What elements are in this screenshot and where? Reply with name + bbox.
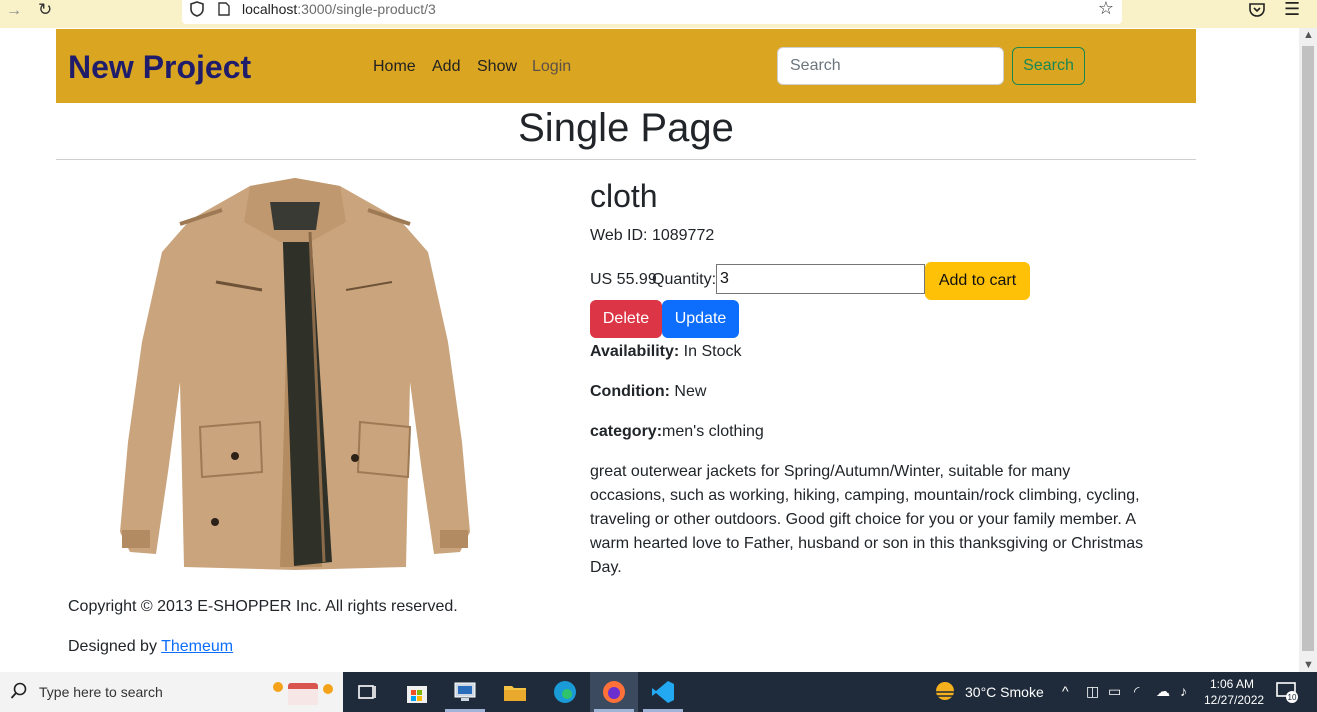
title-divider bbox=[56, 159, 1196, 160]
designer-link[interactable]: Themeum bbox=[161, 638, 233, 655]
condition-line: Condition: New bbox=[590, 383, 706, 401]
product-description: great outerwear jackets for Spring/Autum… bbox=[590, 463, 1144, 576]
page-icon[interactable] bbox=[218, 2, 230, 16]
address-bar[interactable]: localhost:3000/single-product/3 ☆ bbox=[182, 0, 1122, 24]
search-button[interactable]: Search bbox=[1012, 47, 1085, 85]
add-to-cart-button[interactable]: Add to cart bbox=[925, 262, 1030, 300]
product-name: cloth bbox=[590, 178, 658, 214]
designed-by-text: Designed by bbox=[68, 638, 162, 655]
nav-link-login[interactable]: Login bbox=[532, 58, 571, 76]
product-image bbox=[120, 178, 470, 570]
bookmark-star-icon[interactable]: ☆ bbox=[1098, 0, 1114, 19]
product-web-id: Web ID: 1089772 bbox=[590, 227, 715, 244]
hamburger-menu-icon[interactable]: ☰ bbox=[1284, 0, 1300, 20]
update-button[interactable]: Update bbox=[662, 300, 739, 338]
scroll-down-icon[interactable]: ▼ bbox=[1303, 659, 1314, 671]
site-navbar: New Project Home Add Show Login Search bbox=[56, 29, 1196, 103]
quantity-input[interactable] bbox=[716, 264, 925, 294]
product-price: US 55.99 bbox=[590, 271, 657, 288]
nav-link-show[interactable]: Show bbox=[477, 58, 517, 76]
browser-toolbar: → ↻ localhost:3000/single-product/3 ☆ ☰ bbox=[0, 0, 1317, 28]
footer-designed-by: Designed by Themeum bbox=[68, 638, 233, 656]
notification-center-icon[interactable]: 10 bbox=[1275, 681, 1299, 703]
chevron-up-icon[interactable]: ^ bbox=[1062, 683, 1069, 699]
edge-browser-icon[interactable] bbox=[552, 679, 578, 705]
clock-date: 12/27/2022 bbox=[1204, 693, 1265, 707]
nav-link-home[interactable]: Home bbox=[373, 58, 416, 76]
firefox-icon[interactable] bbox=[601, 679, 627, 705]
shield-icon[interactable] bbox=[190, 1, 204, 17]
weather-haze-icon[interactable] bbox=[932, 680, 958, 704]
footer-copyright: Copyright © 2013 E-SHOPPER Inc. All righ… bbox=[68, 598, 458, 615]
taskbar-search-text: Type here to search bbox=[39, 684, 163, 700]
url-host: localhost bbox=[242, 1, 298, 17]
nav-link-add[interactable]: Add bbox=[432, 58, 460, 76]
delete-button[interactable]: Delete bbox=[590, 300, 662, 338]
pocket-icon[interactable] bbox=[1248, 1, 1266, 19]
url-text[interactable]: localhost:3000/single-product/3 bbox=[242, 1, 436, 17]
reload-icon[interactable]: ↻ bbox=[38, 0, 52, 20]
brand-logo[interactable]: New Project bbox=[68, 49, 251, 86]
quantity-label: Quantity: bbox=[652, 271, 717, 288]
notification-count: 10 bbox=[1288, 693, 1297, 702]
availability-line: Availability: In Stock bbox=[590, 343, 741, 361]
battery-icon[interactable]: ▭ bbox=[1108, 683, 1121, 700]
category-label: category: bbox=[590, 423, 663, 440]
store-icon[interactable] bbox=[404, 679, 430, 705]
search-icon bbox=[10, 682, 27, 699]
weather-temperature[interactable]: 30°C Smoke bbox=[965, 684, 1044, 700]
file-explorer-icon[interactable] bbox=[502, 679, 528, 705]
clock-time: 1:06 AM bbox=[1209, 677, 1255, 691]
vscode-icon[interactable] bbox=[650, 679, 676, 705]
availability-value: In Stock bbox=[679, 343, 742, 360]
network-alert-icon[interactable]: ☁ bbox=[1156, 683, 1170, 700]
url-path: :3000/single-product/3 bbox=[297, 1, 436, 17]
taskbar-search-box[interactable]: Type here to search bbox=[0, 672, 343, 712]
volume-icon[interactable]: ♪ bbox=[1180, 683, 1187, 699]
condition-value: New bbox=[669, 383, 707, 400]
computer-app-icon[interactable] bbox=[452, 679, 478, 705]
back-arrow-icon[interactable]: → bbox=[6, 2, 22, 20]
category-line: category:men's clothing bbox=[590, 423, 764, 441]
taskbar-clock[interactable]: 1:06 AM 12/27/2022 bbox=[1204, 676, 1265, 708]
page-scrollbar[interactable]: ▲ ▼ bbox=[1299, 28, 1317, 672]
task-view-icon[interactable] bbox=[354, 679, 380, 705]
windows-taskbar: Type here to search 30°C Smoke ^ ◫ ▭ ◜ ☁… bbox=[0, 672, 1317, 712]
availability-label: Availability: bbox=[590, 343, 680, 360]
search-input[interactable] bbox=[777, 47, 1004, 85]
wifi-icon[interactable]: ◜ bbox=[1134, 683, 1139, 700]
page-title: Single Page bbox=[518, 106, 734, 150]
meet-now-icon[interactable]: ◫ bbox=[1086, 683, 1099, 700]
category-value: men's clothing bbox=[662, 423, 764, 440]
calendar-icon bbox=[273, 682, 333, 705]
condition-label: Condition: bbox=[590, 383, 670, 400]
scrollbar-thumb[interactable] bbox=[1302, 46, 1314, 651]
scroll-up-icon[interactable]: ▲ bbox=[1303, 29, 1314, 41]
